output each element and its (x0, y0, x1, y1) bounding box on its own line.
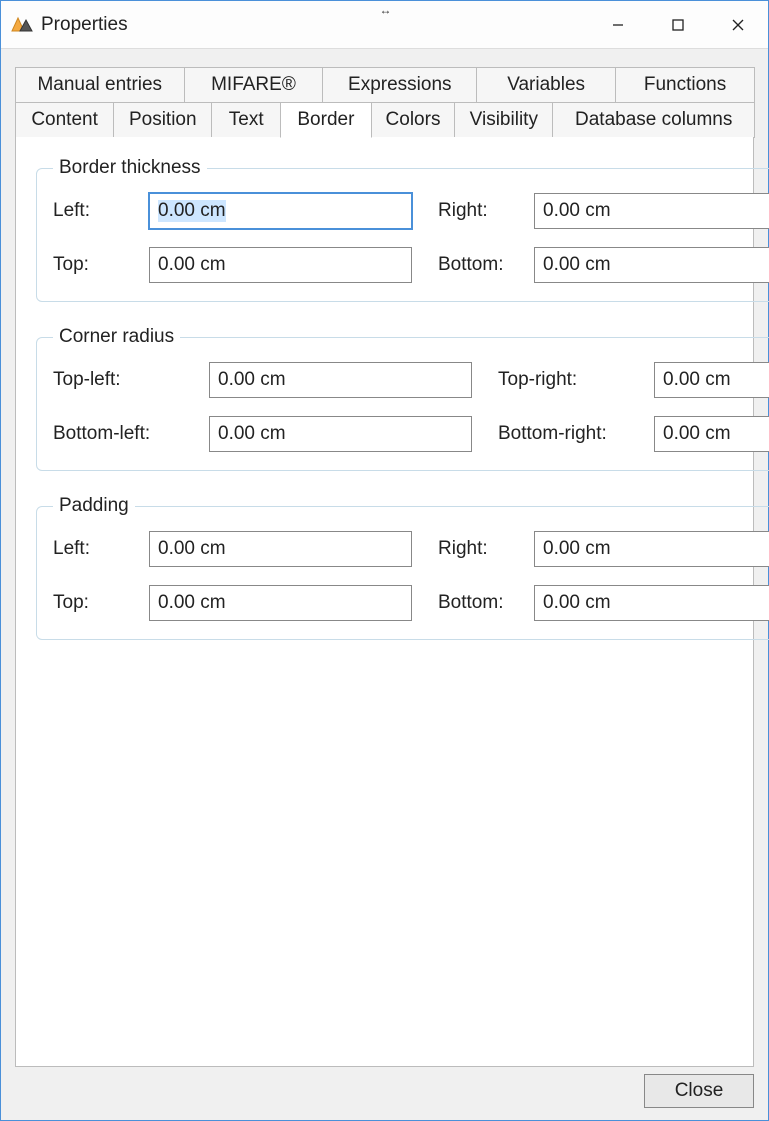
tab-functions[interactable]: Functions (615, 67, 755, 103)
tabs-area: Manual entries MIFARE® Expressions Varia… (1, 49, 768, 1067)
minimize-button[interactable] (588, 1, 648, 48)
tab-content[interactable]: Content (15, 102, 114, 138)
corner-bottom-left-input[interactable] (209, 416, 472, 452)
corner-top-left-label: Top-left: (53, 369, 203, 391)
padding-right-label: Right: (438, 538, 528, 560)
corner-top-right-input[interactable] (654, 362, 769, 398)
border-panel: Border thickness Left: Right: Top: (15, 137, 754, 1067)
border-left-label: Left: (53, 200, 143, 222)
border-top-input[interactable] (149, 247, 412, 283)
padding-top-label: Top: (53, 592, 143, 614)
close-button[interactable]: Close (644, 1074, 754, 1108)
app-icon (11, 16, 33, 34)
titlebar: Properties ↔ (1, 1, 768, 49)
maximize-button[interactable] (648, 1, 708, 48)
tab-manual-entries[interactable]: Manual entries (15, 67, 185, 103)
corner-radius-group: Corner radius Top-left: Top-right: Botto… (36, 326, 769, 471)
corner-bottom-right-label: Bottom-right: (498, 423, 648, 445)
corner-bottom-right-input[interactable] (654, 416, 769, 452)
tab-database-columns[interactable]: Database columns (552, 102, 755, 138)
corner-radius-legend: Corner radius (53, 326, 180, 348)
padding-left-label: Left: (53, 538, 143, 560)
padding-bottom-input[interactable] (534, 585, 769, 621)
padding-right-input[interactable] (534, 531, 769, 567)
tab-colors[interactable]: Colors (371, 102, 455, 138)
padding-legend: Padding (53, 495, 135, 517)
window-title: Properties (41, 14, 128, 36)
tab-position[interactable]: Position (113, 102, 212, 138)
padding-bottom-label: Bottom: (438, 592, 528, 614)
border-thickness-group: Border thickness Left: Right: Top: (36, 157, 769, 302)
tab-row-1: Manual entries MIFARE® Expressions Varia… (15, 67, 754, 103)
bottom-bar: Close (644, 1074, 754, 1108)
border-bottom-input[interactable] (534, 247, 769, 283)
resize-arrows-icon: ↔ (380, 3, 390, 17)
tab-variables[interactable]: Variables (476, 67, 616, 103)
border-bottom-label: Bottom: (438, 254, 528, 276)
padding-top-input[interactable] (149, 585, 412, 621)
padding-group: Padding Left: Right: Top: B (36, 495, 769, 640)
border-thickness-legend: Border thickness (53, 157, 207, 179)
tab-mifare[interactable]: MIFARE® (184, 67, 324, 103)
tab-expressions[interactable]: Expressions (322, 67, 477, 103)
tab-visibility[interactable]: Visibility (454, 102, 553, 138)
tab-text[interactable]: Text (211, 102, 281, 138)
close-window-button[interactable] (708, 1, 768, 48)
corner-bottom-left-label: Bottom-left: (53, 423, 203, 445)
padding-left-input[interactable] (149, 531, 412, 567)
tab-border[interactable]: Border (280, 102, 372, 138)
border-top-label: Top: (53, 254, 143, 276)
border-left-input[interactable] (149, 193, 412, 229)
corner-top-right-label: Top-right: (498, 369, 648, 391)
tab-row-2: Content Position Text Border Colors Visi… (15, 102, 754, 138)
properties-window: Properties ↔ Manual entries MIFARE® Expr… (0, 0, 769, 1121)
border-right-input[interactable] (534, 193, 769, 229)
window-controls (588, 1, 768, 48)
corner-top-left-input[interactable] (209, 362, 472, 398)
border-right-label: Right: (438, 200, 528, 222)
